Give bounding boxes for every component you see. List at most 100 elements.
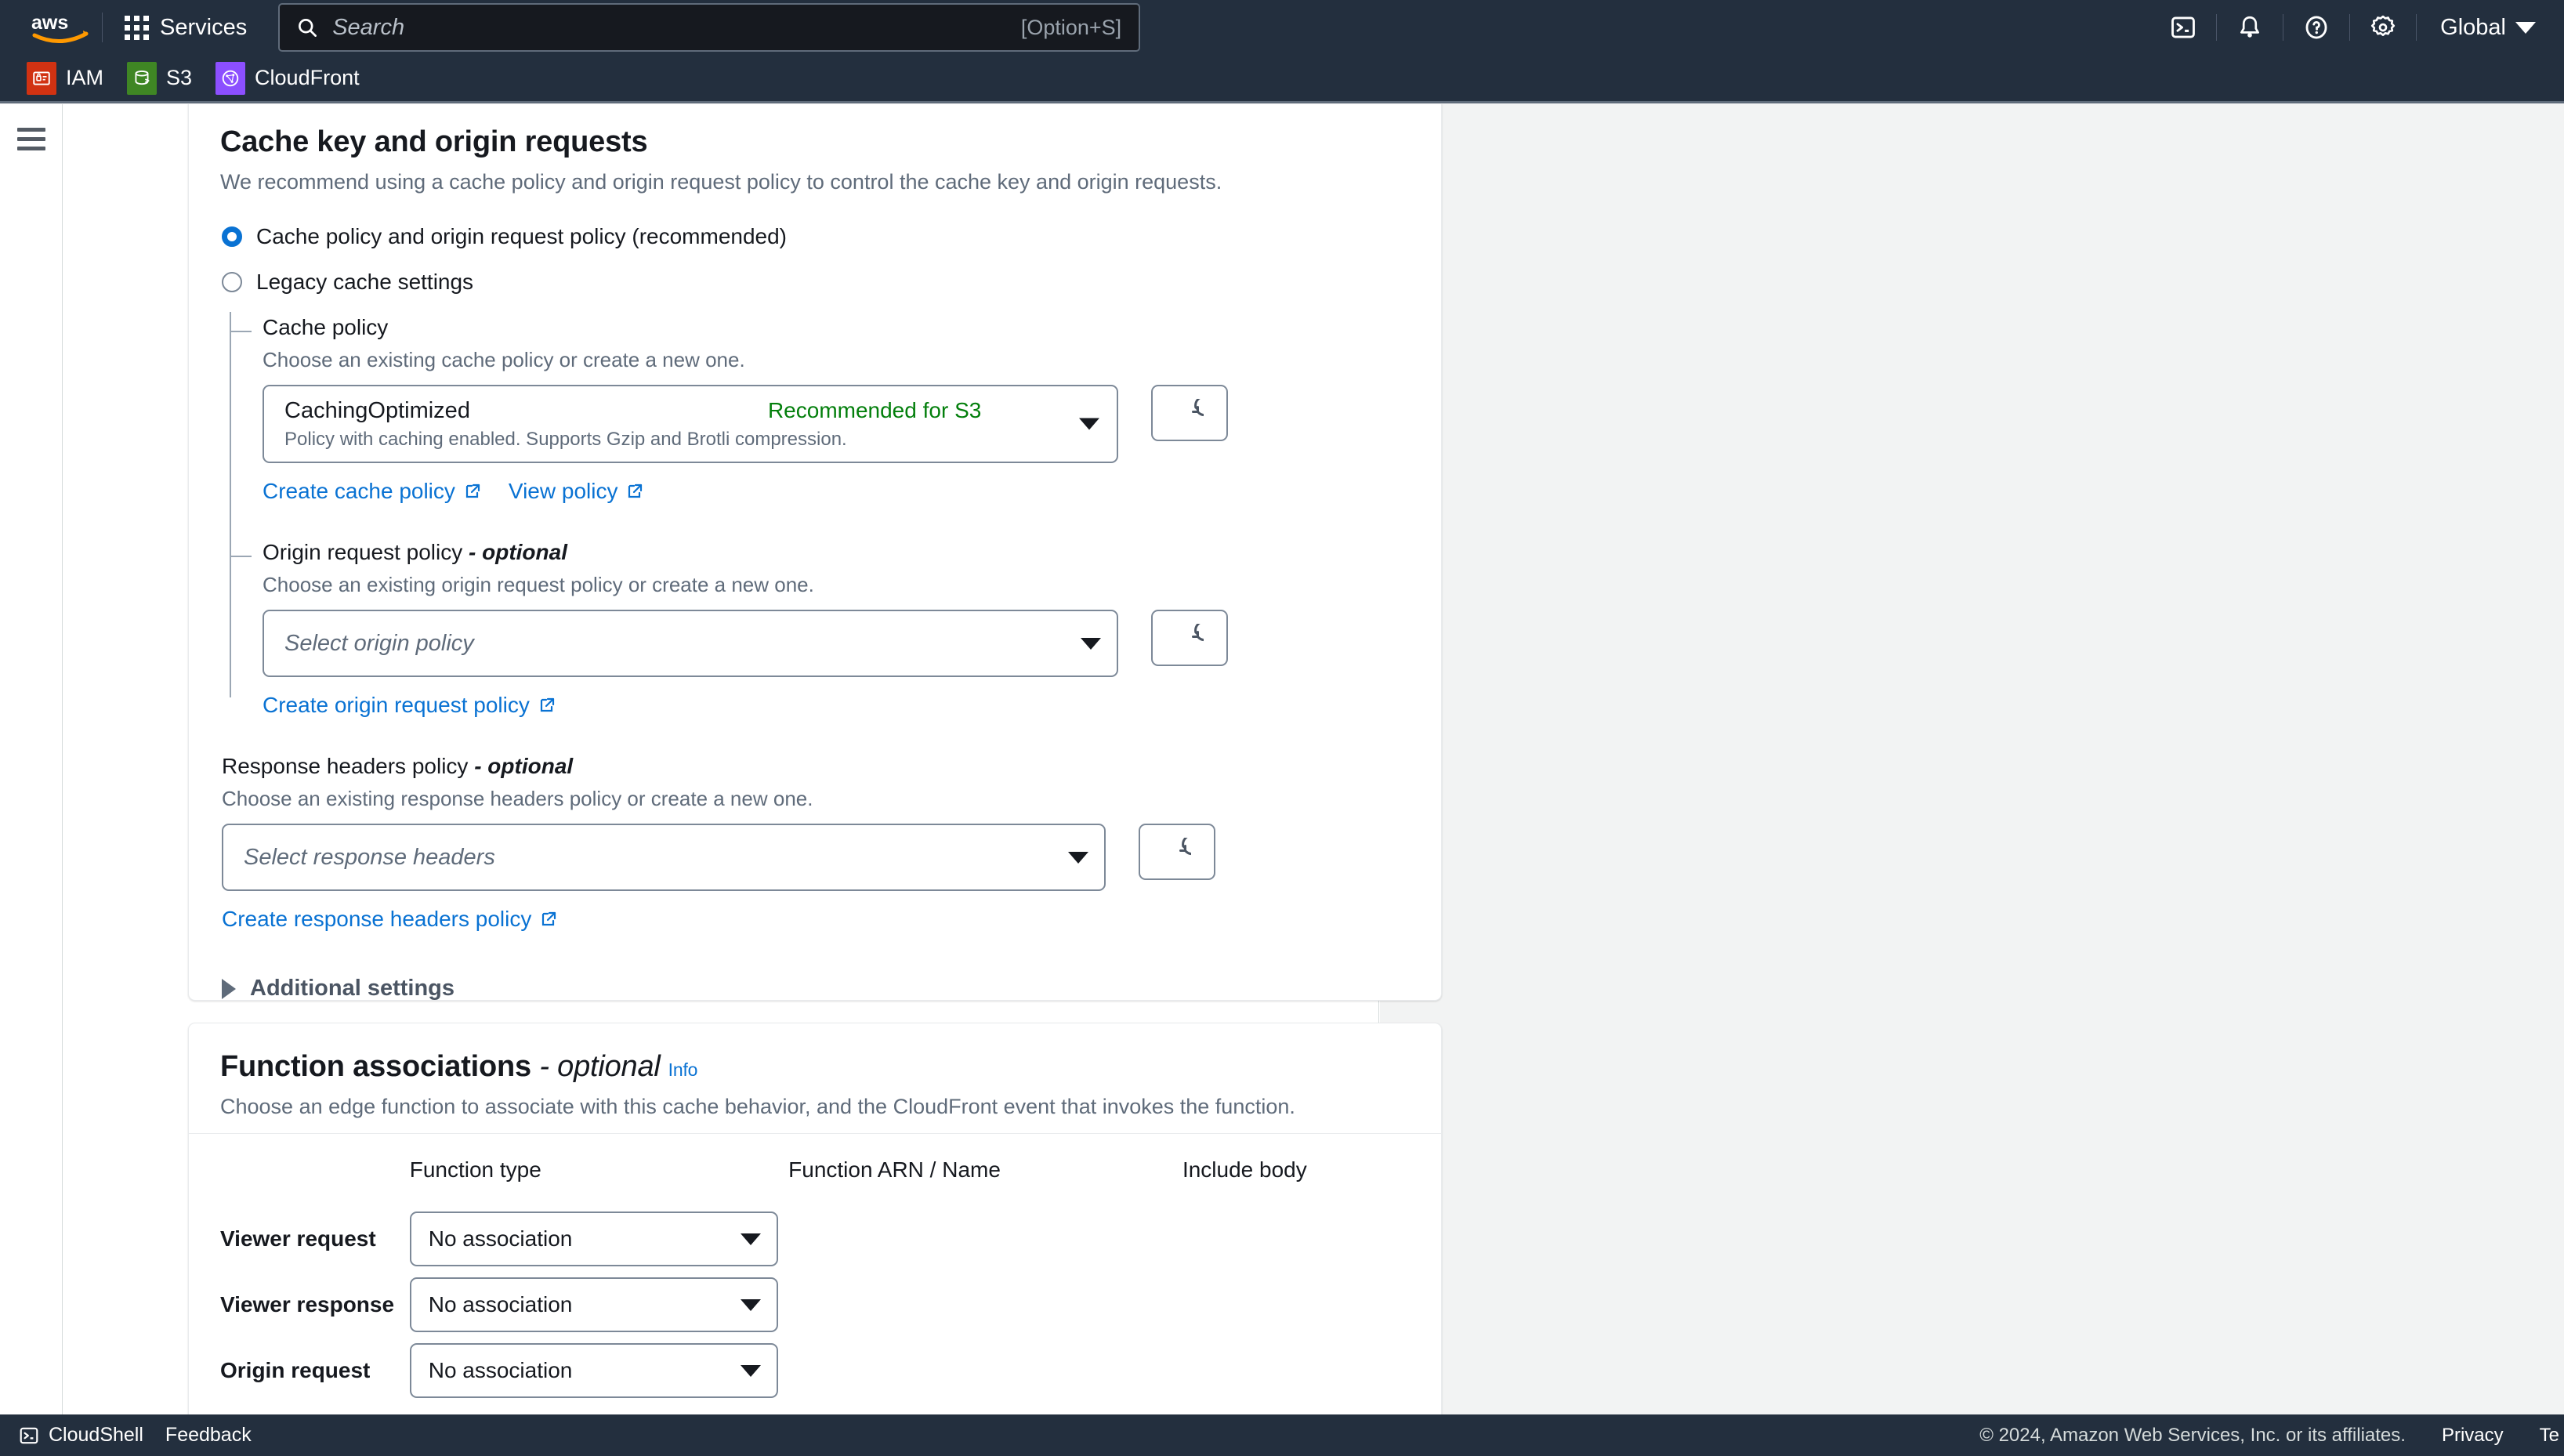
create-origin-request-policy-link[interactable]: Create origin request policy	[263, 693, 556, 718]
viewer-request-function-select[interactable]: No association	[409, 1212, 778, 1266]
svg-text:aws: aws	[31, 12, 68, 34]
cloudshell-label: CloudShell	[49, 1424, 143, 1446]
refresh-cache-policies-button[interactable]	[1151, 385, 1228, 441]
additional-settings-expander[interactable]: Additional settings	[189, 976, 1441, 1001]
chevron-down-icon	[2515, 21, 2536, 34]
radio-option-legacy-cache[interactable]: Legacy cache settings	[222, 270, 1410, 295]
function-associations-card: Function associations - optional Info Cho…	[188, 1023, 1442, 1414]
row-type-cell: No association	[409, 1343, 788, 1398]
table-row: Viewer response No association	[220, 1272, 1410, 1338]
help-question-icon[interactable]	[2294, 5, 2338, 49]
chevron-down-icon	[740, 1298, 761, 1311]
origin-request-policy-select[interactable]: Select origin policy	[263, 610, 1118, 677]
radio-label: Cache policy and origin request policy (…	[256, 224, 788, 248]
search-icon	[299, 18, 317, 37]
region-label: Global	[2440, 14, 2506, 40]
notifications-bell-icon[interactable]	[2228, 5, 2272, 49]
row-event-label: Origin request	[220, 1358, 371, 1382]
origin-request-policy-description: Choose an existing origin request policy…	[263, 573, 814, 596]
radio-button-selected[interactable]	[222, 226, 242, 247]
left-rail	[0, 104, 63, 1414]
nested-policy-tree: Cache policy Choose an existing cache po…	[230, 312, 1441, 718]
view-policy-label: View policy	[508, 479, 618, 503]
response-headers-policy-row: Select response headers	[222, 824, 1410, 891]
row-event-label: Viewer request	[220, 1226, 376, 1251]
response-headers-policy-label-text: Response headers policy	[222, 754, 469, 778]
origin-request-function-select[interactable]: No association	[409, 1343, 778, 1398]
response-headers-policy-field: Response headers policy - optional Choos…	[189, 754, 1441, 932]
feedback-button[interactable]: Feedback	[165, 1424, 252, 1447]
top-nav-right-group: Global	[2161, 0, 2548, 55]
settings-gear-icon[interactable]	[2361, 5, 2405, 49]
service-shortcut-cloudfront[interactable]: CloudFront	[215, 61, 360, 95]
service-shortcut-label: IAM	[66, 66, 104, 89]
page-title: Cache key and origin requests	[220, 125, 648, 158]
response-headers-policy-placeholder: Select response headers	[244, 844, 495, 870]
search-placeholder: Search	[332, 14, 405, 40]
footer-left-group: CloudShell Feedback	[19, 1424, 252, 1447]
table-header-row: Function type Function ARN / Name Includ…	[220, 1134, 1410, 1206]
refresh-response-headers-policies-button[interactable]	[1139, 824, 1215, 880]
create-cache-policy-label: Create cache policy	[263, 479, 455, 503]
origin-request-policy-field: Origin request policy - optional Choose …	[230, 540, 1441, 718]
menu-hamburger-icon[interactable]	[16, 128, 45, 1414]
viewer-response-function-value: No association	[428, 1292, 573, 1317]
function-associations-table: Function type Function ARN / Name Includ…	[189, 1134, 1441, 1403]
service-shortcut-iam[interactable]: IAM	[27, 61, 104, 95]
create-origin-request-policy-label: Create origin request policy	[263, 693, 530, 717]
origin-request-policy-row: Select origin policy	[263, 610, 1441, 677]
privacy-link[interactable]: Privacy	[2442, 1425, 2504, 1447]
origin-request-policy-label: Origin request policy - optional	[263, 540, 1441, 565]
create-response-headers-policy-label: Create response headers policy	[222, 907, 532, 931]
services-menu-button[interactable]: Services	[110, 7, 261, 49]
cache-policy-value-top: CachingOptimized Recommended for S3	[284, 398, 1117, 424]
region-selector-button[interactable]: Global	[2428, 9, 2548, 47]
view-policy-link[interactable]: View policy	[509, 479, 645, 504]
cache-card-subtitle: We recommend using a cache policy and or…	[220, 170, 1222, 194]
viewer-response-function-select[interactable]: No association	[409, 1277, 778, 1332]
response-headers-policy-description: Choose an existing response headers poli…	[222, 787, 813, 810]
cache-card-header: Cache key and origin requests We recomme…	[189, 104, 1441, 194]
feedback-label: Feedback	[165, 1424, 252, 1446]
origin-request-policy-placeholder: Select origin policy	[284, 630, 474, 656]
search-shortcut-hint: [Option+S]	[1020, 15, 1122, 39]
radio-button-unselected[interactable]	[222, 272, 242, 292]
response-headers-policy-select[interactable]: Select response headers	[222, 824, 1106, 891]
table-row: Viewer request No association	[220, 1206, 1410, 1272]
cloudshell-button[interactable]: CloudShell	[19, 1424, 143, 1447]
cache-policy-selected-name: CachingOptimized	[284, 397, 470, 423]
refresh-icon	[1192, 624, 1204, 642]
aws-logo[interactable]: aws	[27, 9, 94, 45]
cache-policy-select[interactable]: CachingOptimized Recommended for S3 Poli…	[263, 385, 1118, 463]
additional-settings-label: Additional settings	[250, 976, 454, 1001]
cloudshell-icon[interactable]	[2161, 5, 2205, 49]
create-cache-policy-link[interactable]: Create cache policy	[263, 479, 482, 504]
iam-icon	[27, 61, 56, 95]
external-link-icon	[628, 484, 643, 498]
services-label: Services	[160, 14, 248, 40]
refresh-icon	[1192, 399, 1204, 417]
footer-bar: CloudShell Feedback © 2024, Amazon Web S…	[0, 1414, 2564, 1456]
radio-option-cache-policy[interactable]: Cache policy and origin request policy (…	[222, 224, 1410, 249]
row-event-label: Viewer response	[220, 1292, 395, 1317]
info-link[interactable]: Info	[668, 1059, 698, 1080]
origin-request-function-value: No association	[428, 1358, 573, 1382]
cache-policy-recommended-badge: Recommended for S3	[767, 397, 982, 422]
function-associations-title-text: Function associations	[220, 1050, 531, 1083]
terms-link[interactable]: Te	[2540, 1425, 2559, 1447]
refresh-origin-request-policies-button[interactable]	[1151, 610, 1228, 666]
service-shortcut-label: S3	[166, 66, 193, 89]
header-include-body: Include body	[1182, 1157, 1307, 1182]
create-response-headers-policy-link[interactable]: Create response headers policy	[222, 907, 558, 932]
nav-separator	[2216, 14, 2218, 41]
top-navigation-bar: aws Services Search [Option+S] Global	[0, 0, 2564, 55]
row-type-cell: No association	[409, 1277, 788, 1332]
copyright-text: © 2024, Amazon Web Services, Inc. or its…	[1979, 1424, 2406, 1446]
global-search-input[interactable]: Search [Option+S]	[278, 3, 1141, 52]
cache-key-and-origin-requests-card: Cache key and origin requests We recomme…	[188, 104, 1442, 1001]
cloudfront-globe-icon	[215, 61, 246, 95]
grid-menu-icon	[125, 15, 149, 40]
service-shortcut-s3[interactable]: S3	[127, 61, 193, 95]
radio-label: Legacy cache settings	[256, 270, 474, 294]
cloudshell-icon	[20, 1427, 38, 1443]
